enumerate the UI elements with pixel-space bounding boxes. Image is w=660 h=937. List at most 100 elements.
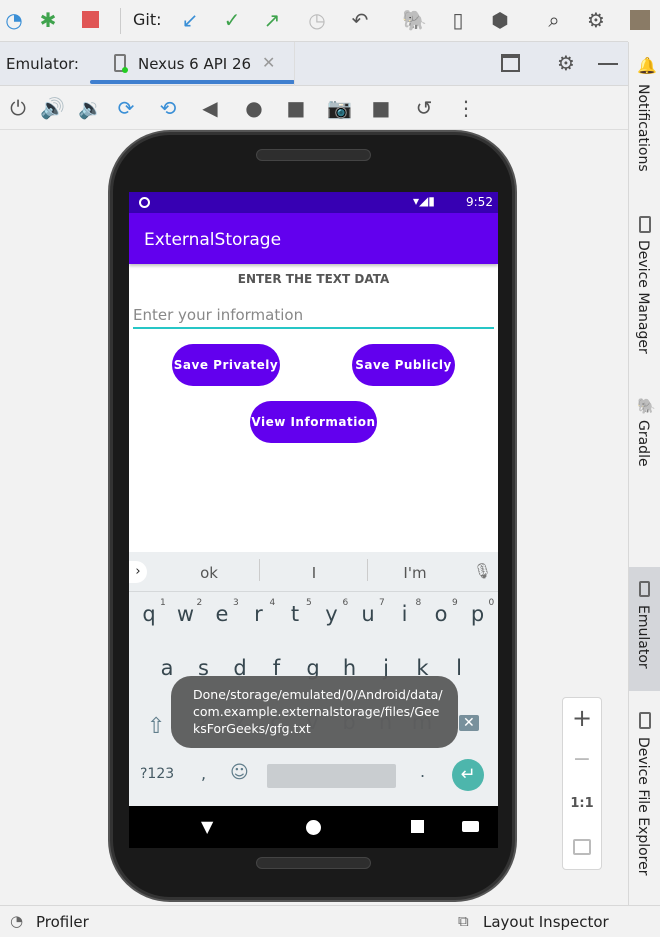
status-bar: ▾◢▮ 9:52	[129, 192, 498, 213]
app-title: ExternalStorage	[144, 230, 282, 250]
suggestion[interactable]: I	[294, 564, 334, 582]
rollback-icon[interactable]: ↶	[348, 10, 372, 30]
power-icon[interactable]: ⏻	[6, 98, 30, 118]
sidebar-notifications[interactable]: Notifications	[635, 84, 651, 172]
zoom-out-button[interactable]: −	[563, 747, 601, 772]
suggestion-strip: › ok I I'm 🎙	[129, 552, 498, 592]
back-icon[interactable]: ◀	[198, 98, 222, 118]
expand-chevron-icon[interactable]: ›	[129, 561, 147, 583]
key-hint-digit: 9	[452, 598, 458, 608]
view-information-button[interactable]: View Information	[250, 401, 377, 443]
home-icon[interactable]: ●	[242, 98, 266, 118]
key-hint-digit: 5	[306, 598, 312, 608]
avatar[interactable]	[630, 10, 650, 30]
git-update-icon[interactable]: ↙	[178, 10, 202, 30]
symbols-key[interactable]: ?123	[140, 766, 174, 782]
key-hint-digit: 7	[379, 598, 385, 608]
rotate-left-icon[interactable]: ⟲	[156, 98, 180, 118]
save-publicly-button[interactable]: Save Publicly	[352, 344, 455, 386]
volume-up-icon[interactable]: 🔊	[40, 98, 65, 118]
profiler-tab[interactable]: Profiler	[36, 913, 89, 931]
status-time: 9:52	[466, 195, 493, 209]
main-toolbar: ◔ ✱ Git: ↙ ✓ ↗ ◷ ↶ 🐘 ▯ ⬢ ⌕ ⚙	[0, 0, 650, 42]
settings-icon[interactable]: ⚙	[584, 10, 608, 30]
notifications-icon: 🔔	[637, 56, 657, 75]
zoom-controls: + − 1:1	[562, 697, 602, 870]
microphone-icon[interactable]: 🎙	[473, 562, 492, 580]
gradle-icon: 🐘	[637, 397, 656, 415]
toast-message: Done/storage/emulated/0/Android/data/com…	[171, 676, 458, 748]
key-a[interactable]: a	[152, 656, 182, 680]
sidebar-emulator-label: Emulator	[635, 605, 651, 669]
recents-nav-icon[interactable]	[411, 820, 424, 833]
camera-icon[interactable]: 📷	[327, 98, 352, 118]
git-commit-icon[interactable]: ✓	[220, 10, 244, 30]
emulator-label: Emulator:	[6, 55, 79, 73]
layout-inspector-icon: ⧉	[458, 912, 469, 930]
tab-nexus-6[interactable]: Nexus 6 API 26 ✕	[90, 42, 295, 86]
gear-icon[interactable]: ⚙	[554, 53, 578, 73]
space-bar[interactable]	[267, 764, 396, 788]
snapshot-icon[interactable]: ↺	[412, 98, 436, 118]
layout-inspector-tab[interactable]: Layout Inspector	[483, 913, 609, 931]
emulator-controls: ⏻ 🔊 🔉 ⟳ ⟲ ◀ ● ■ 📷 ■ ↺ ⋮	[0, 86, 628, 130]
sidebar-emulator[interactable]: Emulator	[629, 567, 660, 691]
period-key[interactable]: .	[420, 762, 425, 781]
home-nav-icon[interactable]	[306, 820, 321, 835]
key-hint-digit: 3	[233, 598, 239, 608]
sidebar-device-manager[interactable]: Device Manager	[635, 240, 651, 354]
search-icon[interactable]: ⌕	[542, 10, 566, 30]
navigation-bar: ▼	[129, 806, 498, 848]
key-l[interactable]: l	[444, 656, 474, 680]
file-explorer-icon	[639, 712, 651, 729]
comma-key[interactable]: ,	[201, 764, 206, 783]
app-bar: ExternalStorage	[129, 213, 498, 264]
bottom-toolbar: ◔ Profiler ⧉ Layout Inspector	[0, 905, 660, 937]
backspace-icon[interactable]: ✕	[459, 715, 479, 731]
emoji-icon[interactable]: ☺	[230, 762, 249, 783]
fit-screen-icon[interactable]	[573, 839, 591, 855]
gradle-sync-icon[interactable]: 🐘	[402, 10, 427, 30]
sidebar-device-file-explorer[interactable]: Device File Explorer	[635, 737, 651, 876]
rotate-right-icon[interactable]: ⟳	[114, 98, 138, 118]
profiler-icon: ◔	[10, 912, 24, 930]
tab-label: Nexus 6 API 26	[138, 55, 252, 73]
enter-icon[interactable]: ↵	[452, 759, 484, 791]
profiler-gauge-icon[interactable]: ◔	[2, 10, 26, 30]
device-manager-icon[interactable]: ▯	[446, 10, 470, 30]
sidebar-gradle[interactable]: Gradle	[635, 420, 651, 467]
info-input[interactable]: Enter your information	[133, 302, 494, 329]
key-hint-digit: 8	[415, 598, 422, 608]
key-hint-digit: 1	[160, 598, 166, 608]
minimize-icon[interactable]	[598, 63, 618, 65]
device-manager-icon	[639, 216, 651, 233]
heading: ENTER THE TEXT DATA	[237, 272, 390, 286]
zoom-actual-size-button[interactable]: 1:1	[563, 796, 601, 811]
more-icon[interactable]: ⋮	[454, 98, 478, 118]
overview-icon[interactable]: ■	[284, 98, 308, 118]
window-icon[interactable]	[501, 54, 520, 72]
git-label: Git:	[133, 10, 162, 29]
speaker-grille-bottom	[256, 857, 371, 869]
volume-down-icon[interactable]: 🔉	[78, 98, 103, 118]
signal-icons: ▾◢▮	[413, 194, 435, 208]
debug-attach-icon[interactable]: ✱	[36, 10, 60, 30]
close-icon[interactable]: ✕	[262, 53, 275, 72]
suggestion[interactable]: ok	[189, 564, 229, 582]
keyboard-switch-icon[interactable]	[462, 821, 479, 832]
suggestion[interactable]: I'm	[395, 564, 435, 582]
zoom-in-button[interactable]: +	[563, 704, 601, 732]
save-privately-button[interactable]: Save Privately	[172, 344, 280, 386]
record-video-icon[interactable]: ■	[369, 98, 393, 118]
right-tool-sidebar: 🔔 Notifications Device Manager 🐘 Gradle …	[628, 42, 660, 905]
key-hint-digit: 0	[488, 598, 495, 608]
sdk-manager-icon[interactable]: ⬢	[488, 10, 512, 30]
speaker-grille	[256, 149, 371, 161]
back-nav-icon[interactable]: ▼	[201, 817, 213, 836]
git-push-icon[interactable]: ↗	[260, 10, 284, 30]
history-icon[interactable]: ◷	[305, 10, 329, 30]
device-screen[interactable]: ▾◢▮ 9:52 ExternalStorage ENTER THE TEXT …	[129, 192, 498, 848]
key-hint-digit: 4	[269, 598, 276, 608]
shift-icon[interactable]: ⇧	[147, 714, 165, 739]
stop-icon[interactable]	[82, 11, 99, 28]
